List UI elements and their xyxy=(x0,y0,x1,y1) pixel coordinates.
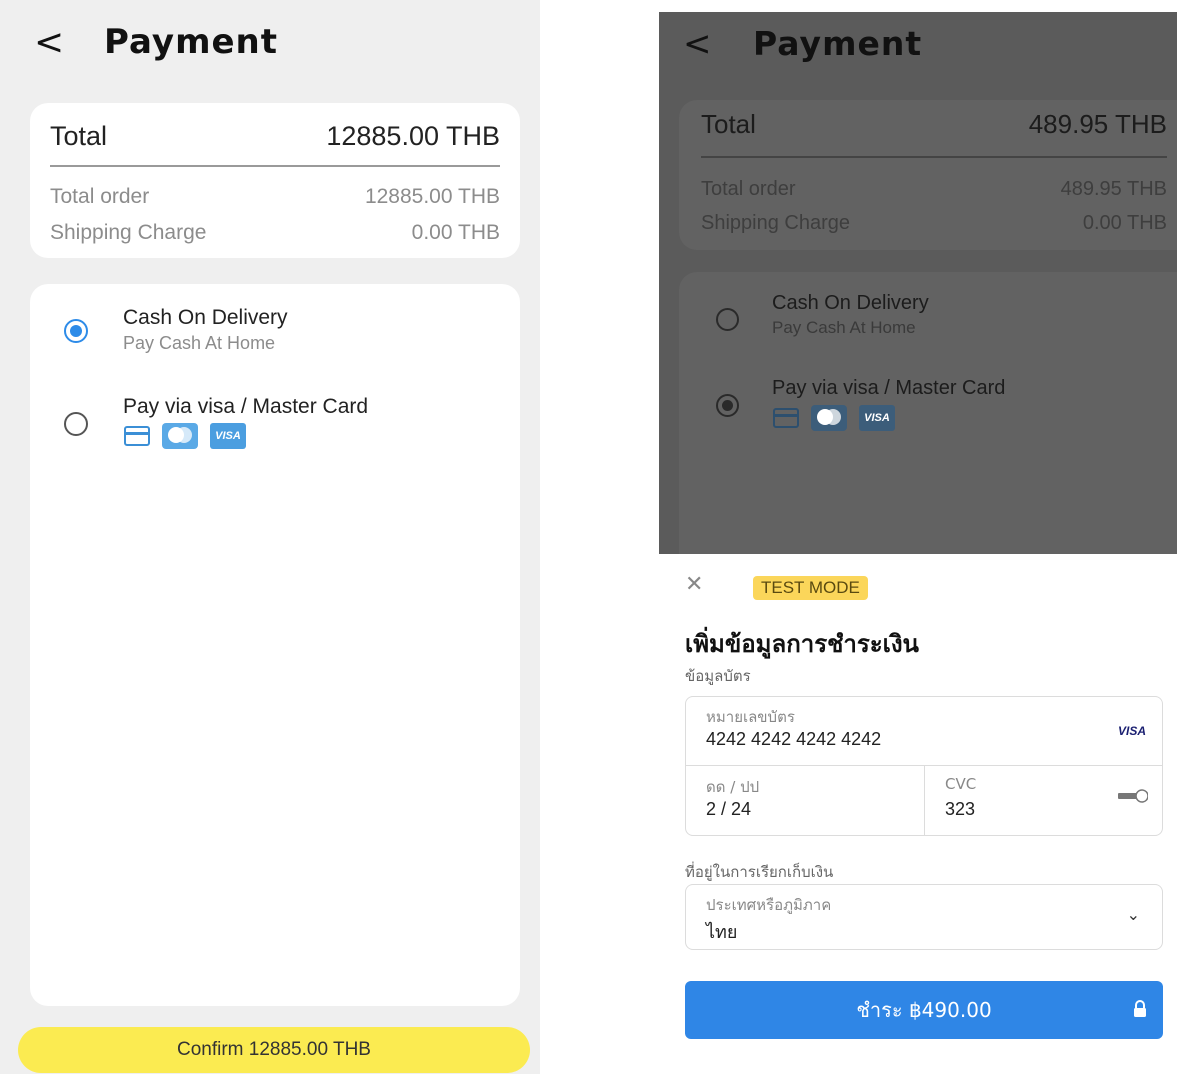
total-value: 489.95 THB xyxy=(1028,108,1167,139)
total-label: Total xyxy=(701,108,756,139)
cod-subtitle: Pay Cash At Home xyxy=(772,318,916,337)
order-summary-card: Total 12885.00 THB Total order 12885.00 … xyxy=(30,103,520,258)
right-screen: < Payment Total 489.95 THB Total order 4… xyxy=(659,12,1177,1074)
radio-card-payment xyxy=(716,394,739,417)
card-number-label: หมายเลขบัตร xyxy=(706,708,795,726)
total-value: 12885.00 THB xyxy=(326,120,500,151)
cod-subtitle: Pay Cash At Home xyxy=(123,333,276,353)
cvc-label: CVC xyxy=(945,775,977,793)
card-number-input[interactable]: 4242 4242 4242 4242 xyxy=(706,729,881,750)
radio-card-payment[interactable] xyxy=(64,412,88,436)
radio-cash-on-delivery[interactable] xyxy=(64,319,88,343)
summary-divider xyxy=(701,156,1167,158)
payment-methods-card: Cash On Delivery Pay Cash At Home Pay vi… xyxy=(679,272,1177,554)
back-arrow-icon[interactable]: < xyxy=(34,22,64,63)
visa-icon: VISA xyxy=(859,405,895,431)
card-payment-title[interactable]: Pay via visa / Master Card xyxy=(123,395,368,419)
total-row: Total 12885.00 THB xyxy=(50,111,500,161)
card-payment-title: Pay via visa / Master Card xyxy=(772,377,1006,399)
shipping-row: Shipping Charge 0.00 THB xyxy=(701,212,1167,235)
shipping-label: Shipping Charge xyxy=(50,221,207,244)
country-value: ไทย xyxy=(706,922,738,942)
cod-title[interactable]: Cash On Delivery xyxy=(123,306,288,330)
pay-button[interactable]: ชำระ ฿490.00 xyxy=(685,981,1163,1039)
payment-sheet: ✕ TEST MODE เพิ่มข้อมูลการชำระเงิน ข้อมู… xyxy=(659,554,1177,1074)
expiry-label: ดด / ปป xyxy=(706,778,760,796)
back-arrow-icon: < xyxy=(683,24,712,64)
credit-card-icon xyxy=(124,426,150,446)
total-row: Total 489.95 THB xyxy=(701,100,1167,148)
radio-cash-on-delivery xyxy=(716,308,739,331)
close-icon[interactable]: ✕ xyxy=(685,572,703,597)
total-order-label: Total order xyxy=(701,178,796,200)
order-summary-card: Total 489.95 THB Total order 489.95 THB … xyxy=(679,100,1177,250)
total-order-label: Total order xyxy=(50,185,150,208)
card-info-heading: ข้อมูลบัตร xyxy=(685,667,751,685)
left-screen: < Payment Total 12885.00 THB Total order… xyxy=(0,0,540,1074)
shipping-value: 0.00 THB xyxy=(411,221,500,244)
shipping-value: 0.00 THB xyxy=(1082,212,1167,234)
total-label: Total xyxy=(50,120,108,151)
card-brand-icons: VISA xyxy=(124,423,246,449)
page-title: Payment xyxy=(753,24,923,63)
visa-icon: VISA xyxy=(210,423,246,449)
shipping-row: Shipping Charge 0.00 THB xyxy=(50,221,500,245)
sheet-title: เพิ่มข้อมูลการชำระเงิน xyxy=(685,630,919,658)
lock-icon xyxy=(1134,1000,1146,1017)
mastercard-icon xyxy=(162,423,198,449)
cvc-input[interactable]: 323 xyxy=(945,799,975,820)
credit-card-icon xyxy=(773,408,799,428)
dimmed-background: < Payment Total 489.95 THB Total order 4… xyxy=(659,12,1177,554)
page-title: Payment xyxy=(104,22,279,62)
card-brand-icons: VISA xyxy=(773,405,895,431)
field-divider-vertical xyxy=(924,765,925,835)
country-label: ประเทศหรือภูมิภาค xyxy=(706,896,832,914)
test-mode-badge: TEST MODE xyxy=(753,576,868,600)
chevron-down-icon[interactable]: ⌄ xyxy=(1127,905,1140,924)
cod-title: Cash On Delivery xyxy=(772,292,929,314)
cvc-card-icon xyxy=(1118,789,1148,803)
total-order-row: Total order 489.95 THB xyxy=(701,178,1167,201)
card-details-group: หมายเลขบัตร 4242 4242 4242 4242 VISA ดด … xyxy=(685,696,1163,836)
total-order-value: 489.95 THB xyxy=(1060,178,1167,200)
total-order-row: Total order 12885.00 THB xyxy=(50,185,500,209)
confirm-button[interactable]: Confirm 12885.00 THB xyxy=(18,1027,530,1073)
mastercard-icon xyxy=(811,405,847,431)
shipping-label: Shipping Charge xyxy=(701,212,850,234)
country-select[interactable]: ประเทศหรือภูมิภาค ไทย ⌄ xyxy=(685,884,1163,950)
visa-brand-icon: VISA xyxy=(1117,724,1146,738)
payment-methods-card: Cash On Delivery Pay Cash At Home Pay vi… xyxy=(30,284,520,1006)
pay-button-label: ชำระ ฿490.00 xyxy=(856,998,992,1022)
billing-address-heading: ที่อยู่ในการเรียกเก็บเงิน xyxy=(685,863,834,881)
expiry-input[interactable]: 2 / 24 xyxy=(706,799,751,820)
summary-divider xyxy=(50,165,500,167)
total-order-value: 12885.00 THB xyxy=(364,185,500,208)
